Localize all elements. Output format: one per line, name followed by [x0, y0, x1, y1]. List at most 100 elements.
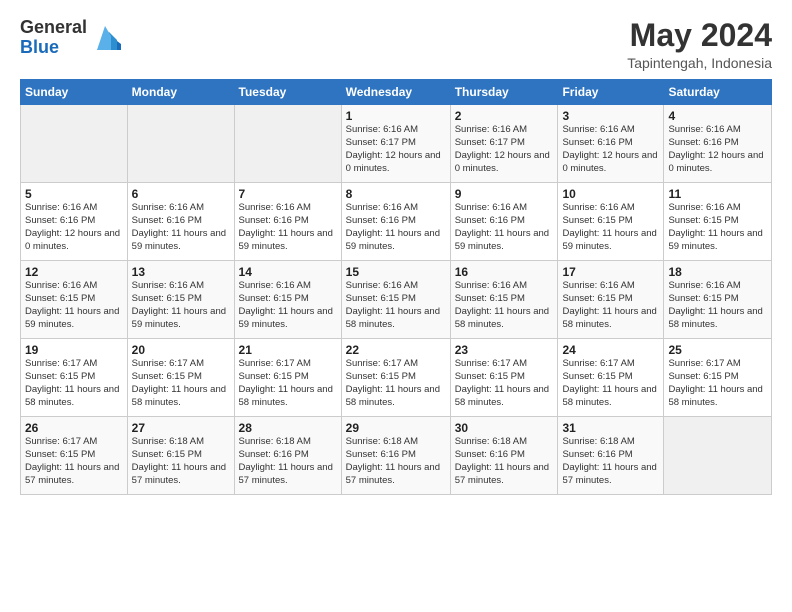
day-number: 29: [346, 421, 446, 435]
location: Tapintengah, Indonesia: [627, 55, 772, 71]
day-number: 24: [562, 343, 659, 357]
calendar-day-cell: 5Sunrise: 6:16 AMSunset: 6:16 PMDaylight…: [21, 183, 128, 261]
day-info: Sunrise: 6:17 AMSunset: 6:15 PMDaylight:…: [239, 358, 337, 409]
day-info: Sunrise: 6:16 AMSunset: 6:16 PMDaylight:…: [239, 202, 337, 253]
calendar-day-cell: 6Sunrise: 6:16 AMSunset: 6:16 PMDaylight…: [127, 183, 234, 261]
calendar-day-cell: [234, 105, 341, 183]
day-number: 8: [346, 187, 446, 201]
calendar-day-cell: 20Sunrise: 6:17 AMSunset: 6:15 PMDayligh…: [127, 339, 234, 417]
calendar-day-cell: 18Sunrise: 6:16 AMSunset: 6:15 PMDayligh…: [664, 261, 772, 339]
calendar-day-cell: 15Sunrise: 6:16 AMSunset: 6:15 PMDayligh…: [341, 261, 450, 339]
weekday-header: Sunday: [21, 80, 128, 105]
calendar-day-cell: [664, 417, 772, 495]
calendar-day-cell: 10Sunrise: 6:16 AMSunset: 6:15 PMDayligh…: [558, 183, 664, 261]
day-number: 25: [668, 343, 767, 357]
calendar-week-row: 1Sunrise: 6:16 AMSunset: 6:17 PMDaylight…: [21, 105, 772, 183]
day-number: 17: [562, 265, 659, 279]
day-info: Sunrise: 6:17 AMSunset: 6:15 PMDaylight:…: [455, 358, 554, 409]
logo-general: General: [20, 18, 87, 38]
day-info: Sunrise: 6:18 AMSunset: 6:16 PMDaylight:…: [346, 436, 446, 487]
day-info: Sunrise: 6:16 AMSunset: 6:15 PMDaylight:…: [668, 202, 767, 253]
day-info: Sunrise: 6:17 AMSunset: 6:15 PMDaylight:…: [562, 358, 659, 409]
logo: General Blue: [20, 18, 121, 58]
day-info: Sunrise: 6:17 AMSunset: 6:15 PMDaylight:…: [668, 358, 767, 409]
day-info: Sunrise: 6:16 AMSunset: 6:15 PMDaylight:…: [132, 280, 230, 331]
calendar-day-cell: 31Sunrise: 6:18 AMSunset: 6:16 PMDayligh…: [558, 417, 664, 495]
calendar-day-cell: 4Sunrise: 6:16 AMSunset: 6:16 PMDaylight…: [664, 105, 772, 183]
day-number: 12: [25, 265, 123, 279]
day-info: Sunrise: 6:17 AMSunset: 6:15 PMDaylight:…: [346, 358, 446, 409]
header: General Blue May 2024 Tapintengah, Indon…: [20, 18, 772, 71]
day-number: 7: [239, 187, 337, 201]
day-info: Sunrise: 6:16 AMSunset: 6:15 PMDaylight:…: [668, 280, 767, 331]
calendar-day-cell: 19Sunrise: 6:17 AMSunset: 6:15 PMDayligh…: [21, 339, 128, 417]
calendar-day-cell: 11Sunrise: 6:16 AMSunset: 6:15 PMDayligh…: [664, 183, 772, 261]
day-info: Sunrise: 6:16 AMSunset: 6:17 PMDaylight:…: [346, 124, 446, 175]
calendar-week-row: 5 Sunrise: 6:16 AMSunset: 6:16 PMDaylight…: [21, 183, 772, 261]
day-info: Sunrise: 6:17 AMSunset: 6:15 PMDaylight:…: [132, 358, 230, 409]
day-number: 26: [25, 421, 123, 435]
calendar-day-cell: 17Sunrise: 6:16 AMSunset: 6:15 PMDayligh…: [558, 261, 664, 339]
day-number: 14: [239, 265, 337, 279]
day-info: Sunrise: 6:16 AMSunset: 6:16 PMDaylight:…: [562, 124, 659, 175]
day-number: 11: [668, 187, 767, 201]
logo-icon: [89, 22, 121, 54]
logo-blue: Blue: [20, 38, 87, 58]
calendar-day-cell: 29Sunrise: 6:18 AMSunset: 6:16 PMDayligh…: [341, 417, 450, 495]
calendar-day-cell: 21Sunrise: 6:17 AMSunset: 6:15 PMDayligh…: [234, 339, 341, 417]
calendar-day-cell: 7Sunrise: 6:16 AMSunset: 6:16 PMDaylight…: [234, 183, 341, 261]
day-info: Sunrise: 6:16 AMSunset: 6:16 PMDaylight:…: [668, 124, 767, 175]
day-number: 5: [25, 187, 123, 201]
calendar-day-cell: 27Sunrise: 6:18 AMSunset: 6:15 PMDayligh…: [127, 417, 234, 495]
calendar-week-row: 12 Sunrise: 6:16 AMSunset: 6:15 PMDayligh…: [21, 261, 772, 339]
day-info: Sunrise: 6:16 AMSunset: 6:15 PMDaylight:…: [239, 280, 337, 331]
day-number: 22: [346, 343, 446, 357]
day-number: 31: [562, 421, 659, 435]
calendar-day-cell: 2Sunrise: 6:16 AMSunset: 6:17 PMDaylight…: [450, 105, 558, 183]
day-number: 28: [239, 421, 337, 435]
day-info: Sunrise: 6:18 AMSunset: 6:16 PMDaylight:…: [239, 436, 337, 487]
day-number: 18: [668, 265, 767, 279]
weekday-header: Tuesday: [234, 80, 341, 105]
day-info: Sunrise: 6:16 AMSunset: 6:16 PMDaylight:…: [346, 202, 446, 253]
calendar-day-cell: 13Sunrise: 6:16 AMSunset: 6:15 PMDayligh…: [127, 261, 234, 339]
calendar-day-cell: 14Sunrise: 6:16 AMSunset: 6:15 PMDayligh…: [234, 261, 341, 339]
day-number: 27: [132, 421, 230, 435]
day-info: Sunrise: 6:16 AMSunset: 6:15 PMDaylight:…: [562, 202, 659, 253]
day-number: 6: [132, 187, 230, 201]
weekday-header: Thursday: [450, 80, 558, 105]
day-info: Sunrise: 6:17 AMSunset: 6:15 PMDaylight:…: [25, 358, 123, 409]
day-number: 9: [455, 187, 554, 201]
day-number: 21: [239, 343, 337, 357]
day-info: Sunrise: 6:18 AMSunset: 6:15 PMDaylight:…: [132, 436, 230, 487]
day-info: Sunrise: 6:18 AMSunset: 6:16 PMDaylight:…: [455, 436, 554, 487]
calendar-day-cell: 28Sunrise: 6:18 AMSunset: 6:16 PMDayligh…: [234, 417, 341, 495]
day-info: Sunrise: 6:16 AMSunset: 6:16 PMDaylight:…: [132, 202, 230, 253]
logo-name: General Blue: [20, 18, 87, 58]
day-number: 23: [455, 343, 554, 357]
page: General Blue May 2024 Tapintengah, Indon…: [0, 0, 792, 612]
day-info: Sunrise: 6:16 AMSunset: 6:15 PMDaylight:…: [346, 280, 446, 331]
calendar-day-cell: [21, 105, 128, 183]
day-number: 19: [25, 343, 123, 357]
weekday-header: Monday: [127, 80, 234, 105]
calendar-week-row: 26Sunrise: 6:17 AMSunset: 6:15 PMDayligh…: [21, 417, 772, 495]
calendar-day-cell: 23Sunrise: 6:17 AMSunset: 6:15 PMDayligh…: [450, 339, 558, 417]
day-number: 2: [455, 109, 554, 123]
calendar-day-cell: 3Sunrise: 6:16 AMSunset: 6:16 PMDaylight…: [558, 105, 664, 183]
calendar-day-cell: 9Sunrise: 6:16 AMSunset: 6:16 PMDaylight…: [450, 183, 558, 261]
calendar-day-cell: 1Sunrise: 6:16 AMSunset: 6:17 PMDaylight…: [341, 105, 450, 183]
day-info: Sunrise: 6:17 AMSunset: 6:15 PMDaylight:…: [25, 436, 123, 487]
day-number: 1: [346, 109, 446, 123]
calendar-table: SundayMondayTuesdayWednesdayThursdayFrid…: [20, 79, 772, 495]
calendar-week-row: 19Sunrise: 6:17 AMSunset: 6:15 PMDayligh…: [21, 339, 772, 417]
calendar-day-cell: 22Sunrise: 6:17 AMSunset: 6:15 PMDayligh…: [341, 339, 450, 417]
weekday-header: Saturday: [664, 80, 772, 105]
title-block: May 2024 Tapintengah, Indonesia: [627, 18, 772, 71]
calendar-day-cell: 16Sunrise: 6:16 AMSunset: 6:15 PMDayligh…: [450, 261, 558, 339]
calendar-day-cell: 30Sunrise: 6:18 AMSunset: 6:16 PMDayligh…: [450, 417, 558, 495]
day-number: 10: [562, 187, 659, 201]
day-number: 15: [346, 265, 446, 279]
calendar-day-cell: 8Sunrise: 6:16 AMSunset: 6:16 PMDaylight…: [341, 183, 450, 261]
day-number: 4: [668, 109, 767, 123]
